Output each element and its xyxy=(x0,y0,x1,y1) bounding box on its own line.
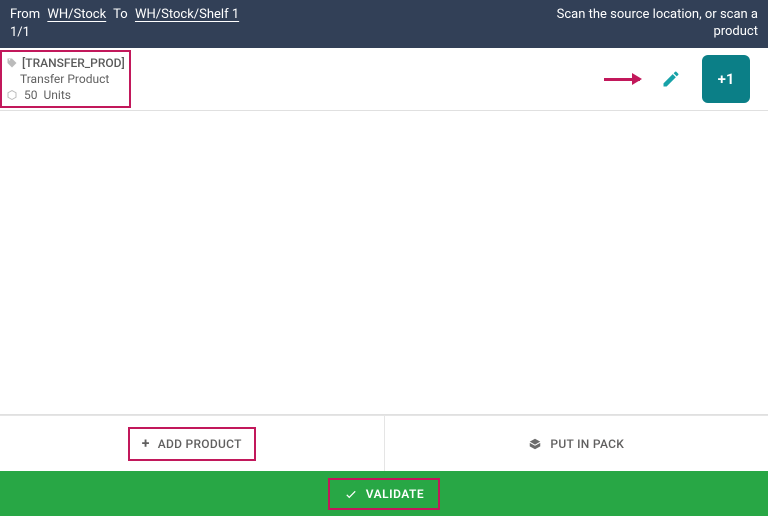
validate-label: VALIDATE xyxy=(366,487,424,501)
edit-button[interactable] xyxy=(660,68,682,90)
validate-bar[interactable]: VALIDATE xyxy=(0,471,768,516)
product-list[interactable]: [TRANSFER_PROD] Transfer Product 50 Unit… xyxy=(0,48,768,415)
plus-icon: + xyxy=(142,437,150,451)
product-qty: 50 xyxy=(24,88,38,102)
product-row[interactable]: [TRANSFER_PROD] Transfer Product 50 Unit… xyxy=(0,48,768,111)
action-bar: + ADD PRODUCT PUT IN PACK xyxy=(0,415,768,471)
product-code: [TRANSFER_PROD] xyxy=(22,56,125,70)
product-actions: +1 xyxy=(604,55,760,103)
tag-icon xyxy=(6,57,18,69)
pencil-icon xyxy=(661,69,681,89)
add-product-highlight: + ADD PRODUCT xyxy=(128,427,256,461)
header-hint: Scan the source location, or scan a prod… xyxy=(557,7,758,41)
product-uom: Units xyxy=(44,88,71,102)
progress-counter: 1/1 xyxy=(10,24,243,42)
location-path: From WH/Stock To WH/Stock/Shelf 1 xyxy=(10,6,243,24)
add-product-button[interactable]: + ADD PRODUCT xyxy=(0,416,384,471)
cube-icon xyxy=(6,89,18,101)
hint-line-1: Scan the source location, or scan a xyxy=(557,7,758,24)
to-location-link[interactable]: WH/Stock/Shelf 1 xyxy=(135,7,239,22)
put-in-pack-label: PUT IN PACK xyxy=(550,437,624,451)
hint-line-2: product xyxy=(557,24,758,41)
validate-highlight: VALIDATE xyxy=(328,478,440,510)
from-location-link[interactable]: WH/Stock xyxy=(47,7,106,22)
header-left: From WH/Stock To WH/Stock/Shelf 1 1/1 xyxy=(10,6,243,42)
package-icon xyxy=(528,437,542,451)
increment-button[interactable]: +1 xyxy=(702,55,750,103)
to-label: To xyxy=(113,7,128,22)
from-label: From xyxy=(10,7,40,22)
add-product-label: ADD PRODUCT xyxy=(158,437,242,451)
product-card: [TRANSFER_PROD] Transfer Product 50 Unit… xyxy=(0,50,131,108)
product-name: Transfer Product xyxy=(20,72,109,86)
arrow-annotation xyxy=(604,74,640,84)
header-bar: From WH/Stock To WH/Stock/Shelf 1 1/1 Sc… xyxy=(0,0,768,48)
put-in-pack-button[interactable]: PUT IN PACK xyxy=(384,416,768,471)
check-icon xyxy=(344,487,358,501)
